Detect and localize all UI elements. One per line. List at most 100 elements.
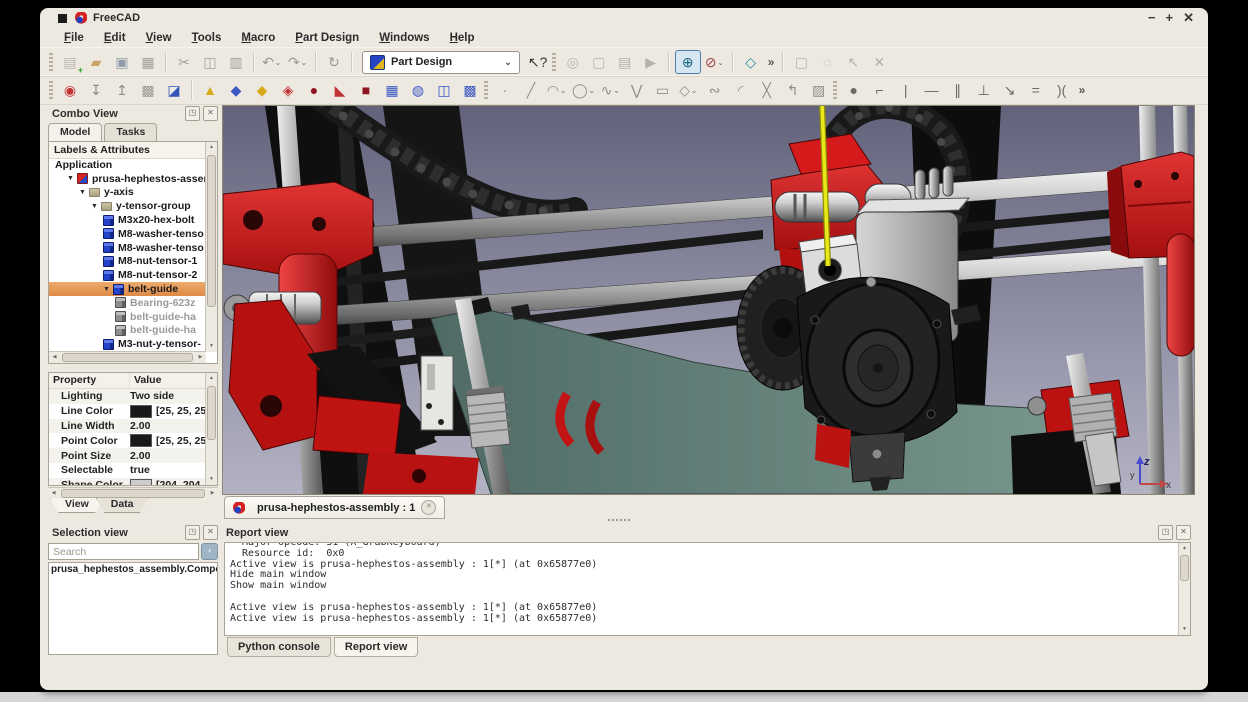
tab-report-view[interactable]: Report view [334,637,418,657]
carbon-copy-button[interactable]: ▨ [807,79,831,101]
clear-selection-button[interactable]: ✕ [867,51,891,73]
edit-sketch-button[interactable]: ◉ [58,79,82,101]
float-panel-icon[interactable]: ◳ [185,106,200,121]
float-panel-icon[interactable]: ◳ [1158,525,1173,540]
sketch-fillet-button[interactable]: ◜ [729,79,753,101]
box-element-selection-button[interactable]: ◌ [815,51,839,73]
sketch-point-button[interactable]: ∙ [493,79,517,101]
menu-help[interactable]: Help [440,30,485,46]
scroll-thumb[interactable] [61,489,205,498]
paste-button[interactable]: ▥ [224,51,248,73]
cut-button[interactable]: ✂ [172,51,196,73]
box-selection-button[interactable]: ▢ [789,51,813,73]
close-document-icon[interactable]: ✕ [421,500,436,515]
open-document-button[interactable]: ▰ [84,51,108,73]
tree-item-m8-washer-tenso[interactable]: M8-washer-tenso [49,227,206,241]
chevron-down-icon[interactable]: ⌄ [274,58,282,67]
constraint-symmetric-button[interactable]: )( [1050,79,1074,101]
pocket-button[interactable]: ◈ [276,79,300,101]
scroll-thumb[interactable] [207,155,216,307]
toolbar-overflow-button[interactable]: » [1075,83,1090,97]
close-panel-icon[interactable]: ✕ [203,525,218,540]
console-vscrollbar[interactable]: ▲ ▼ [1178,543,1190,635]
map-sketch-button[interactable]: ▩ [136,79,160,101]
property-row-point-color[interactable]: Point Color[25, 25, 25] [49,433,217,448]
tab-tasks[interactable]: Tasks [104,123,157,142]
sketch-circle-button[interactable]: ◯⌄ [571,79,597,101]
scroll-up-icon[interactable]: ▲ [206,142,217,153]
chamfer-button[interactable]: ◣ [328,79,352,101]
property-row-line-width[interactable]: Line Width2.00 [49,419,217,434]
tree-item-m8-nut-tensor-2[interactable]: M8-nut-tensor-2 [49,268,206,282]
search-input[interactable] [48,543,199,560]
sketch-trim-button[interactable]: ╳ [755,79,779,101]
property-row-line-color[interactable]: Line Color[25, 25, 25] [49,404,217,419]
groove-button[interactable]: ◆ [250,79,274,101]
scroll-down-icon[interactable]: ▼ [206,474,217,485]
pad-button[interactable]: ▲ [198,79,222,101]
multitransform-button[interactable]: ▩ [458,79,482,101]
chevron-down-icon[interactable]: ⌄ [300,58,308,67]
tree-item-belt-guide-ha[interactable]: belt-guide-ha [49,324,206,338]
menu-view[interactable]: View [136,30,182,46]
menu-macro[interactable]: Macro [231,30,285,46]
document-tab[interactable]: prusa-hephestos-assembly : 1 ✕ [224,496,445,519]
expand-arrow-icon[interactable]: ▼ [67,175,77,182]
chevron-down-icon[interactable]: ⌄ [613,86,621,95]
scroll-left-icon[interactable]: ◀ [49,352,60,363]
tree-item-m3x20-hex-bolt[interactable]: M3x20-hex-bolt [49,213,206,227]
sketch-conic-button[interactable]: ∿⌄ [599,79,623,101]
expand-arrow-icon[interactable]: ▼ [103,286,113,293]
tree-item-y-axis[interactable]: ▼y-axis [49,186,206,200]
workbench-selector[interactable]: Part Design⌄ [362,51,520,74]
app-menu-icon[interactable] [58,14,67,23]
tree-hscrollbar[interactable]: ◀ ▶ [49,351,206,363]
save-document-button[interactable]: ▣ [110,51,134,73]
constraint-vertical-button[interactable]: | [894,79,918,101]
refresh-button[interactable]: ↻ [322,51,346,73]
close-panel-icon[interactable]: ✕ [1176,525,1191,540]
linear-pattern-button[interactable]: ▦ [380,79,404,101]
print-button[interactable]: ▦ [136,51,160,73]
sketch-arc-button[interactable]: ◠⌄ [545,79,569,101]
scroll-thumb[interactable] [1180,555,1189,581]
view-sketch-button[interactable]: ↥ [110,79,134,101]
titlebar[interactable]: FreeCAD − + ✕ [40,8,1208,28]
tab-python-console[interactable]: Python console [227,637,331,657]
constraint-parallel-button[interactable]: ∥ [946,79,970,101]
splitter-handle[interactable] [608,519,630,521]
axonometric-view-button[interactable]: ◇ [739,51,763,73]
constraint-coincident-button[interactable]: ● [842,79,866,101]
property-vscrollbar[interactable]: ▲ ▼ [205,373,217,485]
tree-item-bearing-623z[interactable]: Bearing-623z [49,296,206,310]
mirrored-button[interactable]: ◫ [432,79,456,101]
subtractive-primitive-button[interactable]: ■ [354,79,378,101]
close-panel-icon[interactable]: ✕ [203,106,218,121]
tree-vscrollbar[interactable]: ▲ ▼ [205,142,217,352]
macro-stop-button[interactable]: ▢ [587,51,611,73]
property-row-shape-color[interactable]: Shape Color[204, 204, [49,478,217,486]
tab-view[interactable]: View [50,498,104,513]
macro-play-button[interactable]: ▶ [639,51,663,73]
select-back-button[interactable]: ↖ [841,51,865,73]
toolbar-overflow-button[interactable]: » [764,55,779,69]
menu-tools[interactable]: Tools [182,30,232,46]
report-console[interactable]: Major opcode: 31 (X_GrabKeyboard) Resour… [224,542,1191,636]
scroll-down-icon[interactable]: ▼ [1179,624,1190,635]
clear-search-icon[interactable]: ‹ [201,543,218,560]
polar-pattern-button[interactable]: ◍ [406,79,430,101]
tree-item-prusa-hephestos-assembly[interactable]: ▼prusa-hephestos-assembly [49,172,206,186]
revolution-button[interactable]: ◆ [224,79,248,101]
sketch-polygon-button[interactable]: ◇⌄ [677,79,701,101]
scroll-up-icon[interactable]: ▲ [206,373,217,384]
scroll-up-icon[interactable]: ▲ [1179,543,1190,554]
menu-edit[interactable]: Edit [94,30,136,46]
scroll-thumb[interactable] [62,353,193,362]
macro-edit-button[interactable]: ▤ [613,51,637,73]
copy-button[interactable]: ◫ [198,51,222,73]
3d-scene-svg[interactable]: z y x [223,106,1194,494]
create-body-button[interactable]: ◪ [162,79,186,101]
redo-button[interactable]: ↷⌄ [286,51,310,73]
scroll-right-icon[interactable]: ▶ [207,488,218,499]
tree-item-m8-nut-tensor-1[interactable]: M8-nut-tensor-1 [49,255,206,269]
